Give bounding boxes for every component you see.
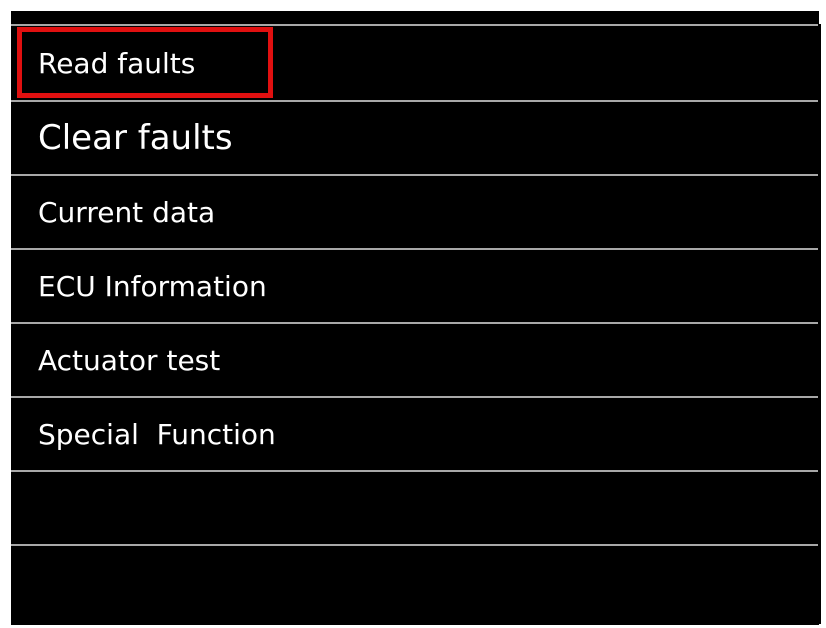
menu-item-current-data[interactable]: Current data — [11, 174, 819, 248]
menu-item-empty-2[interactable] — [11, 544, 819, 624]
menu-item-label: Special Function — [38, 417, 276, 451]
menu-item-ecu-information[interactable]: ECU Information — [11, 248, 819, 322]
menu-item-label: Actuator test — [38, 343, 221, 377]
menu-item-label: Clear faults — [38, 118, 233, 158]
menu-item-empty-1[interactable] — [11, 470, 819, 544]
frame-bottom-edge — [11, 621, 821, 624]
menu-item-label: Current data — [38, 195, 216, 229]
menu-item-label: Read faults — [38, 46, 196, 80]
menu-item-label: ECU Information — [38, 269, 267, 303]
frame-right-edge — [818, 24, 821, 624]
diagnostic-screen: Read faults Clear faults Current data EC… — [0, 0, 826, 628]
diagnostic-menu: Read faults Clear faults Current data EC… — [11, 24, 819, 624]
menu-item-special-function[interactable]: Special Function — [11, 396, 819, 470]
menu-item-clear-faults[interactable]: Clear faults — [11, 100, 819, 174]
menu-item-read-faults[interactable]: Read faults — [11, 24, 819, 100]
menu-item-actuator-test[interactable]: Actuator test — [11, 322, 819, 396]
